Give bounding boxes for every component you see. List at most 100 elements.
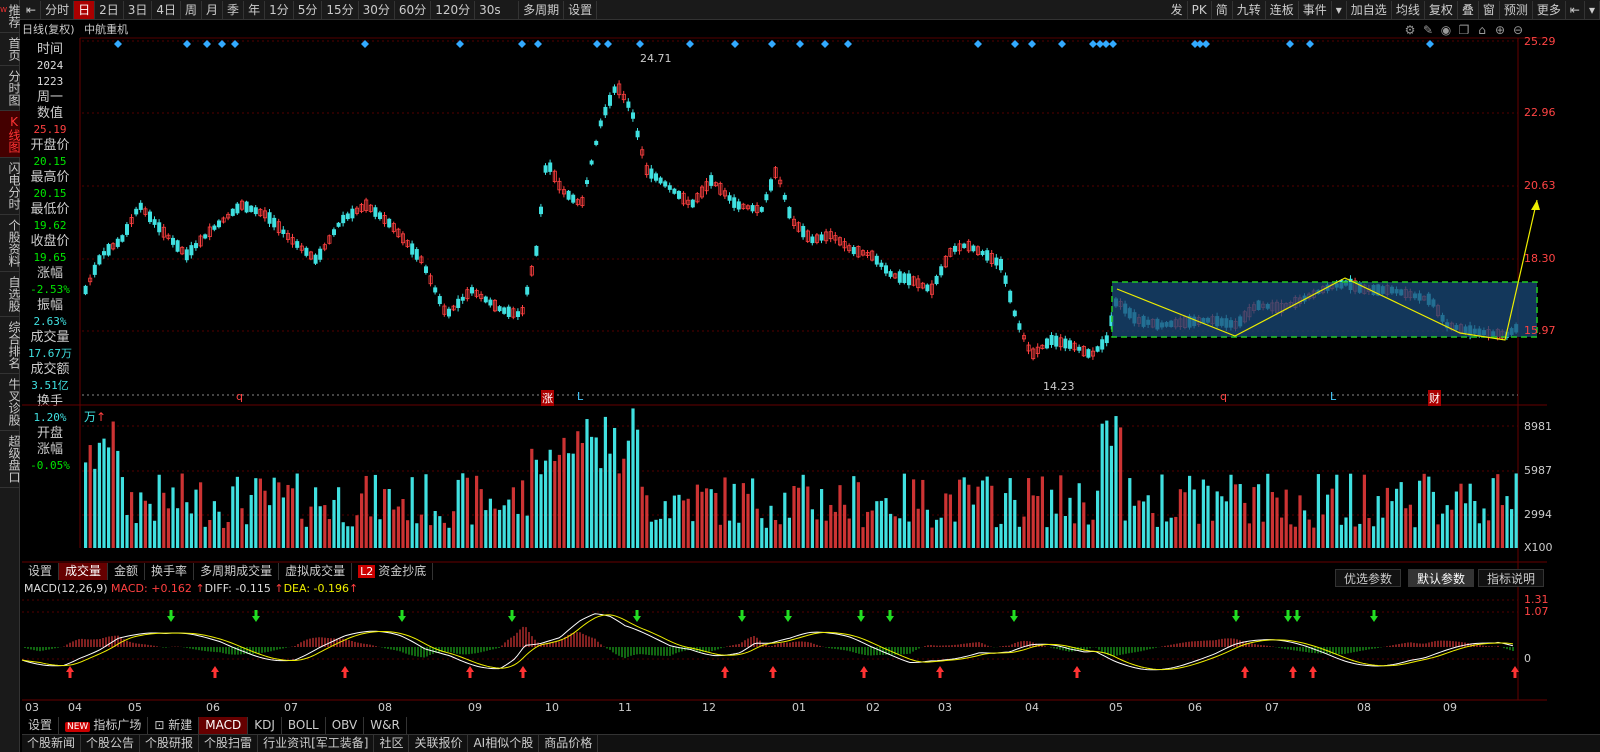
dropdown-icon[interactable]: ▾ [1332, 1, 1347, 19]
period-tab[interactable]: 30s [475, 0, 520, 19]
volume-bar [999, 523, 1003, 548]
period-tab[interactable]: 分时 [41, 0, 75, 19]
volume-tab[interactable]: 设置 [22, 562, 60, 580]
bottom-tab[interactable]: 商品价格 [539, 735, 599, 752]
event-mark-zhang[interactable]: 涨 [541, 390, 554, 406]
bottom-tab[interactable]: 个股研报 [140, 735, 200, 752]
bottom-tab[interactable]: 社区 [374, 735, 410, 752]
indicator-tab[interactable]: MACD [199, 716, 249, 734]
candle [1307, 293, 1312, 300]
optimized-params-button[interactable]: 优选参数 [1335, 569, 1402, 587]
zoom-in-icon[interactable]: ⊕ [1493, 23, 1507, 37]
bottom-tab[interactable]: 行业资讯[军工装备] [258, 735, 375, 752]
bottom-tab[interactable]: AI相似个股 [468, 735, 540, 752]
volume-tab[interactable]: 成交量 [59, 562, 109, 580]
toolbar-action[interactable]: 事件 [1299, 1, 1332, 19]
period-tab[interactable]: 2日 [95, 0, 124, 19]
volume-bar [93, 468, 97, 548]
candle [1058, 337, 1063, 348]
default-params-button[interactable]: 默认参数 [1408, 569, 1475, 587]
toolbar-action[interactable]: 简 [1212, 1, 1233, 19]
volume-tab[interactable]: 多周期成交量 [194, 562, 280, 580]
bottom-tab[interactable]: 个股公告 [81, 735, 141, 752]
indicator-tab[interactable]: NEW 指标广场 [59, 716, 149, 734]
toolbar-action[interactable]: 九转 [1233, 1, 1266, 19]
volume-tab[interactable]: 金额 [108, 562, 146, 580]
indicator-help-button[interactable]: 指标说明 [1478, 569, 1545, 587]
period-tab[interactable]: 多周期 [519, 0, 565, 19]
indicator-tab[interactable]: ⊡ 新建 [148, 716, 200, 734]
candle [911, 276, 916, 286]
nav-item[interactable]: 推荐NEW [0, 0, 21, 33]
indicator-tab[interactable]: W&R [364, 716, 407, 734]
indicator-tab[interactable]: OBV [326, 716, 365, 734]
window-icon[interactable]: ❐ [1457, 23, 1471, 37]
period-tab[interactable]: 5分 [294, 0, 323, 19]
gear-icon[interactable]: ⚙ [1403, 23, 1417, 37]
toolbar-collapse-icon[interactable]: ⇤ [22, 0, 42, 19]
period-tab[interactable]: 120分 [431, 0, 476, 19]
period-tab[interactable]: 季 [223, 0, 245, 19]
indicator-tab[interactable]: 设置 [22, 716, 60, 734]
toolbar-action[interactable]: 窗 [1479, 1, 1500, 19]
period-tab[interactable]: 4日 [152, 0, 182, 19]
period-tab[interactable]: 15分 [322, 0, 359, 19]
bottom-tab[interactable]: 关联报价 [409, 735, 469, 752]
toolbar-action[interactable]: 更多 [1533, 1, 1566, 19]
kline-mode[interactable]: 日线(复权) [22, 23, 75, 36]
collapse-icon[interactable]: ⇤ [1566, 1, 1585, 19]
volume-tab[interactable]: L2 资金抄底 [352, 562, 434, 580]
eye-icon[interactable]: ◉ [1439, 23, 1453, 37]
toolbar-action[interactable]: PK [1188, 1, 1212, 19]
indicator-tab[interactable]: BOLL [282, 716, 326, 734]
event-mark-q1[interactable]: q [236, 390, 243, 403]
toolbar-action[interactable]: 发 [1167, 1, 1188, 19]
period-tab[interactable]: 设置 [564, 0, 598, 19]
toolbar-action[interactable]: 复权 [1425, 1, 1458, 19]
candle [322, 244, 327, 250]
period-tab[interactable]: 日 [74, 0, 96, 19]
lock-icon[interactable]: ⌂ [1475, 23, 1489, 37]
toolbar-action[interactable]: 预测 [1500, 1, 1533, 19]
period-tab[interactable]: 周 [181, 0, 203, 19]
nav-item[interactable]: 自选股 [0, 272, 21, 317]
candle [239, 200, 244, 210]
chart-tools: ⚙ ✎ ◉ ❐ ⌂ ⊕ ⊖ [1403, 23, 1525, 37]
volume-bar [1270, 492, 1274, 548]
period-tab[interactable]: 月 [202, 0, 224, 19]
event-mark-l2[interactable]: L [1330, 390, 1336, 403]
zoom-out-icon[interactable]: ⊖ [1511, 23, 1525, 37]
volume-bar [171, 487, 175, 548]
event-mark-q2[interactable]: q [1220, 390, 1227, 403]
pencil-icon[interactable]: ✎ [1421, 23, 1435, 37]
candle [907, 273, 912, 286]
nav-item[interactable]: 牛叉诊股 [0, 374, 21, 431]
nav-item[interactable]: 个股资料 [0, 215, 21, 272]
volume-tab[interactable]: 换手率 [145, 562, 195, 580]
event-mark-cai[interactable]: 财 [1428, 390, 1441, 406]
period-tab[interactable]: 60分 [395, 0, 432, 19]
period-tab[interactable]: 年 [244, 0, 266, 19]
toolbar-action[interactable]: 加自选 [1347, 1, 1392, 19]
signal-diamond [456, 40, 464, 48]
nav-item[interactable]: 分时图 [0, 66, 21, 111]
volume-bar [539, 474, 543, 548]
volume-tab[interactable]: 虚拟成交量 [279, 562, 353, 580]
dropdown-icon[interactable]: ▾ [1585, 1, 1600, 19]
indicator-tab[interactable]: KDJ [248, 716, 282, 734]
nav-item[interactable]: 首页 [0, 33, 21, 66]
nav-item[interactable]: 闪电分时 [0, 158, 21, 215]
event-mark-l1[interactable]: L [577, 390, 583, 403]
toolbar-action[interactable]: 叠 [1458, 1, 1479, 19]
period-tab[interactable]: 30分 [359, 0, 395, 19]
toolbar-action[interactable]: 连板 [1266, 1, 1299, 19]
nav-item[interactable]: 超级盘口 [0, 431, 21, 488]
nav-item[interactable]: K线图 [0, 111, 21, 158]
nav-item[interactable]: 综合排名 [0, 317, 21, 374]
candle [1137, 317, 1142, 324]
period-tab[interactable]: 3日 [124, 0, 153, 19]
bottom-tab[interactable]: 个股新闻 [22, 735, 82, 752]
period-tab[interactable]: 1分 [265, 0, 294, 19]
toolbar-action[interactable]: 均线 [1392, 1, 1425, 19]
bottom-tab[interactable]: 个股扫雷 [199, 735, 259, 752]
